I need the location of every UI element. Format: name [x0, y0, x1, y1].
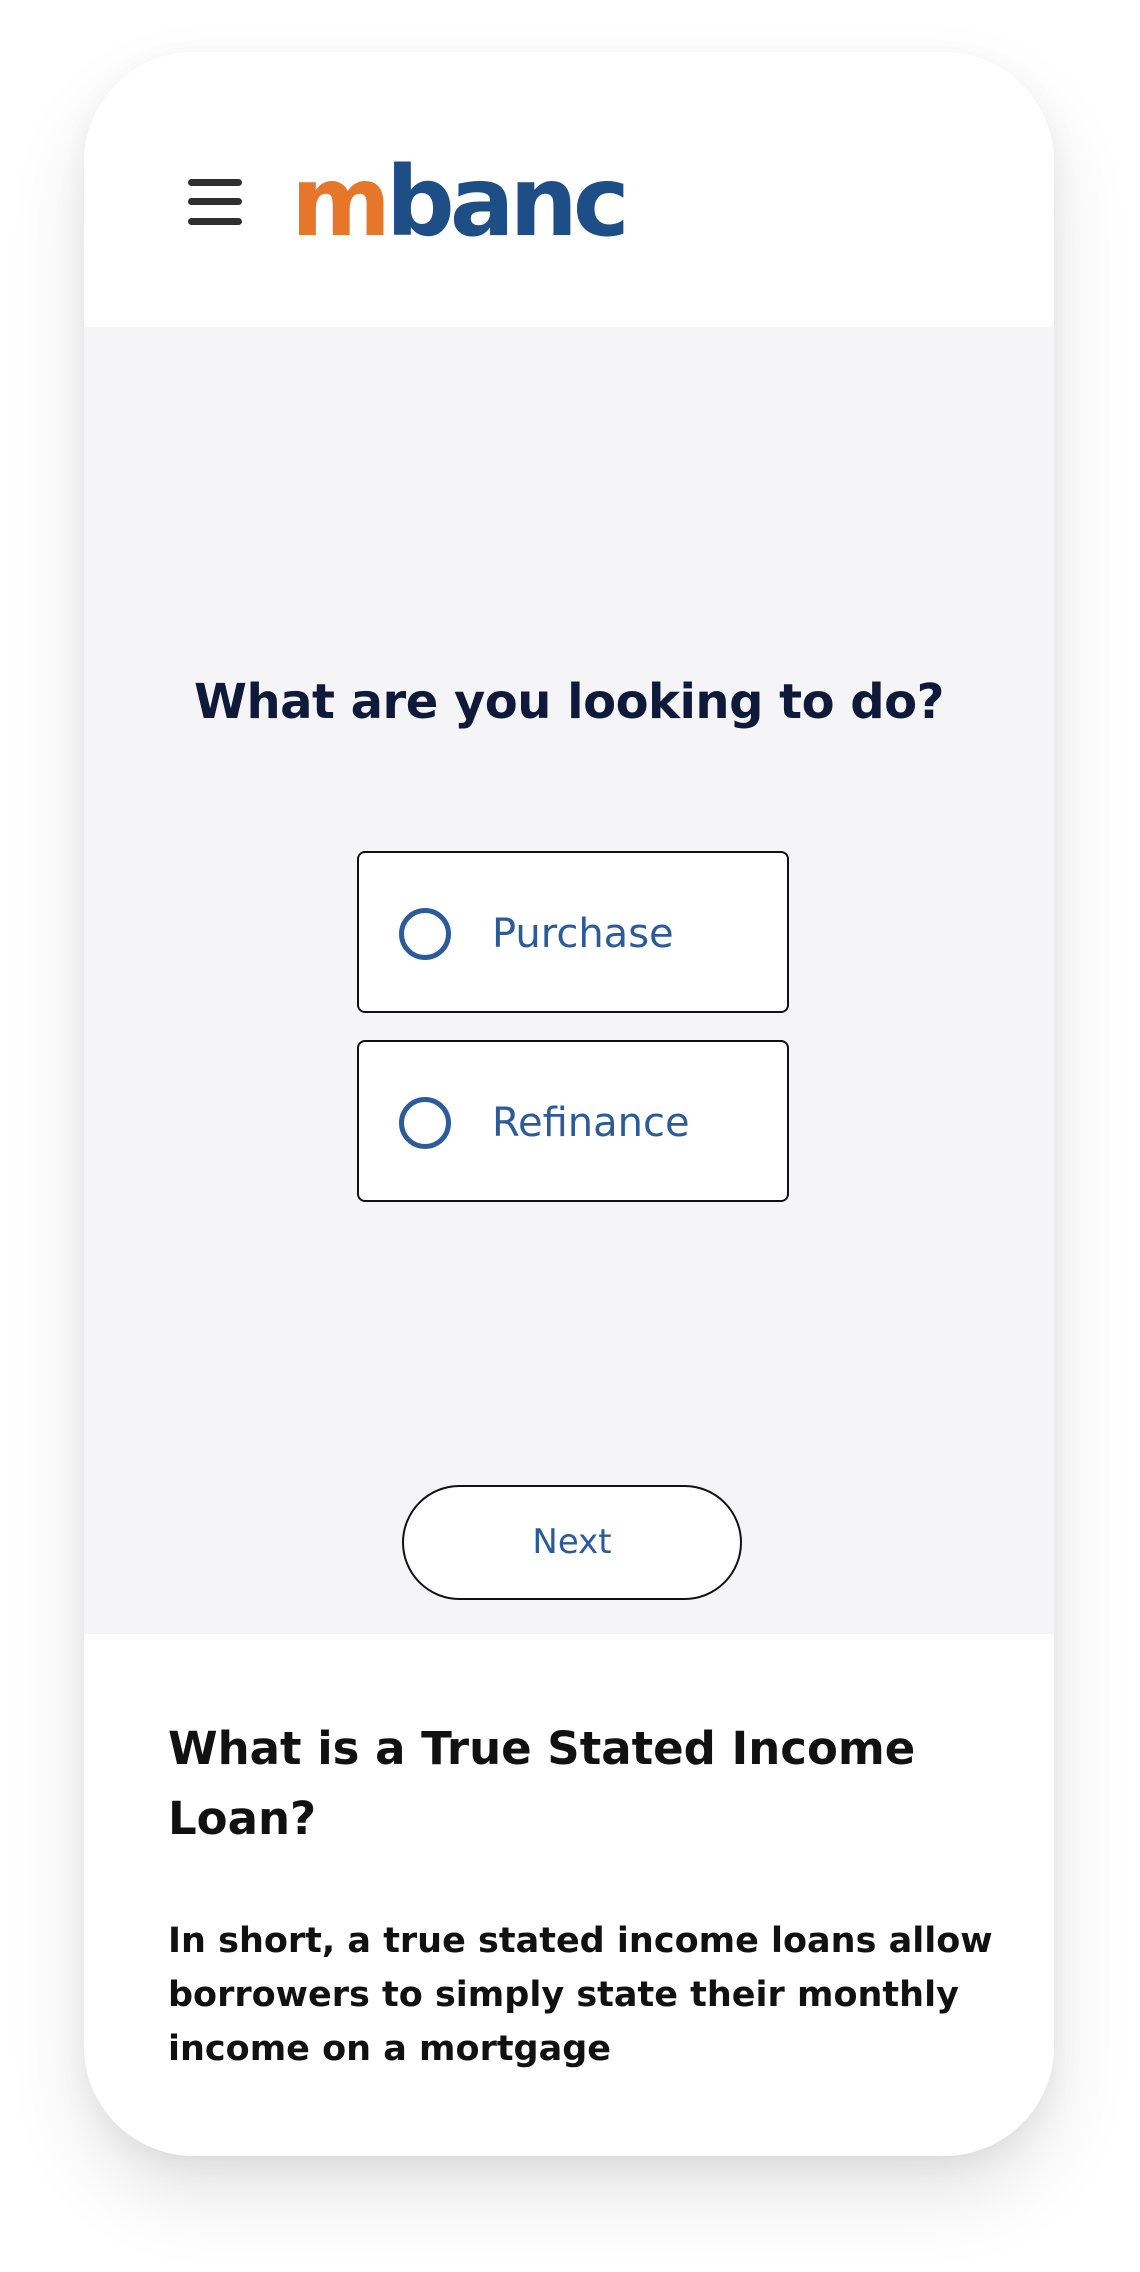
mbanc-logo[interactable]: mbanc [291, 146, 630, 258]
hamburger-menu-icon[interactable] [188, 179, 242, 225]
question-section: What are you looking to do? Purchase Ref… [84, 327, 1054, 1634]
option-purchase[interactable]: Purchase [357, 851, 789, 1013]
logo-m: m [291, 146, 391, 258]
info-section: What is a True Stated Income Loan? In sh… [84, 1634, 1054, 2156]
logo-banc: banc [386, 146, 630, 258]
info-text: In short, a true stated income loans all… [168, 1921, 993, 2069]
option-label: Purchase [492, 911, 674, 957]
hamburger-bar [188, 198, 242, 205]
hamburger-bar [188, 218, 242, 225]
site-header: mbanc [84, 52, 1054, 327]
radio-circle-icon[interactable] [399, 1097, 451, 1149]
option-refinance[interactable]: Refinance [357, 1040, 789, 1202]
info-title: What is a True Stated Income Loan? [168, 1722, 916, 1845]
hamburger-bar [188, 179, 242, 186]
option-label: Refinance [492, 1100, 690, 1146]
question-title: What are you looking to do? [194, 674, 944, 730]
radio-circle-icon[interactable] [399, 908, 451, 960]
next-button[interactable]: Next [402, 1485, 742, 1600]
phone-frame: mbanc What are you looking to do? Purcha… [84, 52, 1054, 2156]
